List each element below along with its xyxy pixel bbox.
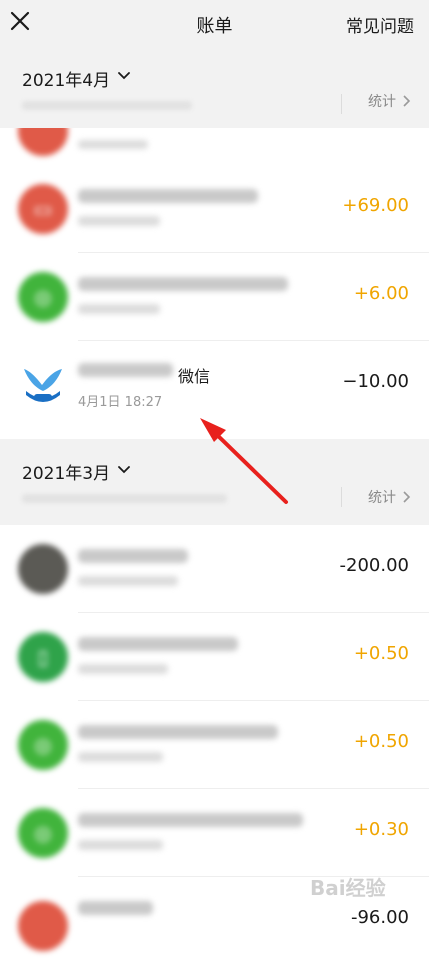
row-title-blurred bbox=[78, 637, 238, 651]
amount: -96.00 bbox=[350, 907, 409, 928]
row-time-blurred bbox=[78, 664, 168, 674]
avatar bbox=[18, 128, 68, 156]
chevron-right-icon bbox=[403, 491, 411, 503]
top-bar: 账单 常见问题 bbox=[0, 0, 429, 50]
row-time-blurred bbox=[78, 216, 160, 226]
avatar bbox=[18, 901, 68, 951]
amount: +6.00 bbox=[353, 283, 409, 304]
list-item[interactable]: ▯ +0.50 bbox=[0, 613, 429, 701]
list-item[interactable]: -200.00 bbox=[0, 525, 429, 613]
faq-button[interactable]: 常见问题 bbox=[346, 12, 414, 37]
watermark: Bai经验 bbox=[310, 876, 386, 900]
list-item[interactable]: ◎ +0.50 bbox=[0, 701, 429, 789]
divider bbox=[341, 487, 342, 507]
stats-button-march[interactable]: 统计 bbox=[368, 487, 396, 507]
document-icon: ▯ bbox=[37, 645, 49, 669]
row-title-blurred bbox=[78, 363, 173, 377]
divider bbox=[341, 94, 342, 114]
month-summary-blurred bbox=[22, 494, 227, 503]
amount: -200.00 bbox=[339, 555, 409, 576]
chevron-down-icon[interactable] bbox=[118, 466, 130, 474]
red-packet-icon: ▭ bbox=[33, 197, 53, 221]
avatar: ▭ bbox=[18, 184, 68, 234]
amount: +0.30 bbox=[353, 819, 409, 840]
amount: −10.00 bbox=[342, 371, 409, 392]
list-item[interactable]: ▭ +69.00 bbox=[0, 165, 429, 253]
row-time-blurred bbox=[78, 140, 148, 149]
month-selector-april[interactable]: 2021年4月 bbox=[22, 66, 110, 91]
row-time-blurred bbox=[78, 576, 178, 586]
row-time-blurred bbox=[78, 840, 163, 850]
month-summary-blurred bbox=[22, 101, 192, 110]
row-title-blurred bbox=[78, 725, 278, 739]
row-title-blurred bbox=[78, 189, 258, 203]
list-item[interactable]: ◎ +0.30 bbox=[0, 789, 429, 877]
row-time-blurred bbox=[78, 304, 160, 314]
row-time: 4月1日 18:27 bbox=[78, 395, 163, 410]
app-logo-icon bbox=[24, 369, 62, 402]
row-title-blurred bbox=[78, 901, 153, 915]
row-title-blurred bbox=[78, 549, 188, 563]
amount: +0.50 bbox=[353, 643, 409, 664]
wechat-icon: ◎ bbox=[34, 821, 52, 845]
month-header-march: 2021年3月 统计 bbox=[0, 439, 429, 525]
row-title: 微信 bbox=[178, 367, 211, 386]
amount: +0.50 bbox=[353, 731, 409, 752]
row-title-blurred bbox=[78, 277, 288, 291]
amount: +69.00 bbox=[342, 195, 409, 216]
chevron-right-icon bbox=[403, 95, 411, 107]
list-item[interactable]: ◎ +6.00 bbox=[0, 253, 429, 341]
chevron-down-icon[interactable] bbox=[118, 72, 130, 80]
avatar: ▯ bbox=[18, 632, 68, 682]
avatar bbox=[18, 544, 68, 594]
avatar: ◎ bbox=[18, 720, 68, 770]
row-title-blurred bbox=[78, 813, 303, 827]
row-time-blurred bbox=[78, 752, 163, 762]
wechat-icon: ◎ bbox=[34, 733, 52, 757]
stats-button-april[interactable]: 统计 bbox=[368, 91, 396, 111]
month-selector-march[interactable]: 2021年3月 bbox=[22, 459, 110, 484]
list-item[interactable]: 微信 4月1日 18:27 −10.00 bbox=[0, 341, 429, 429]
wechat-icon: ◎ bbox=[34, 285, 52, 309]
avatar: ◎ bbox=[18, 272, 68, 322]
avatar: ◎ bbox=[18, 808, 68, 858]
month-header-april: 2021年4月 统计 bbox=[0, 50, 429, 128]
